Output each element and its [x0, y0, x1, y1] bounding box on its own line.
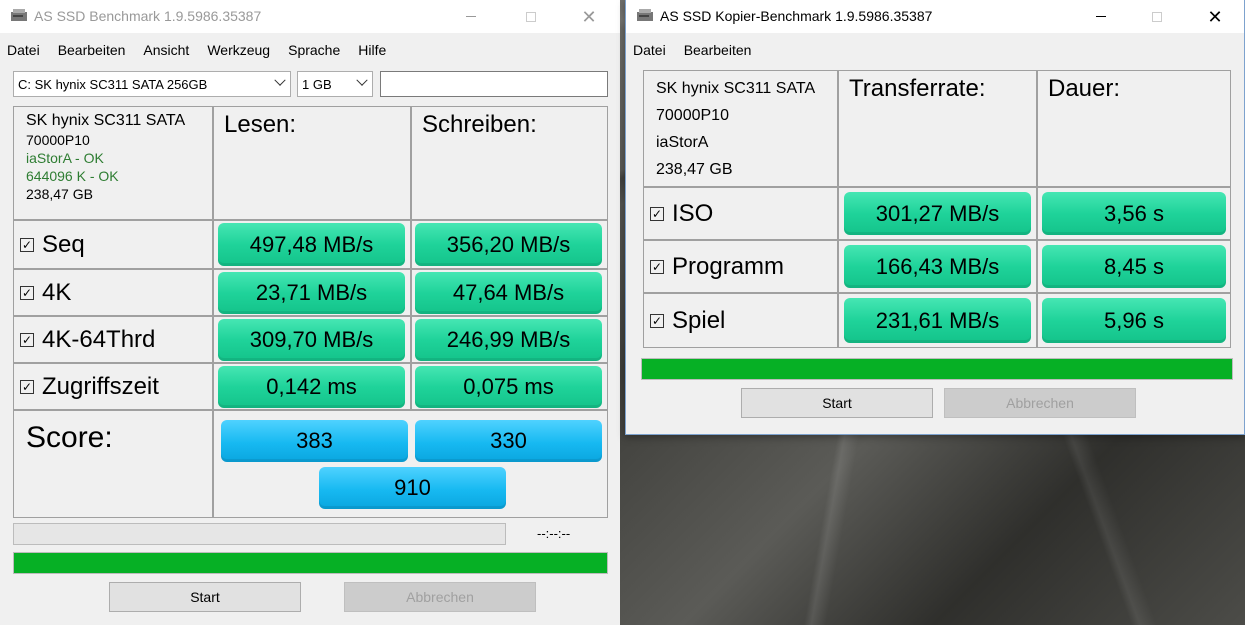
progress-bar-current: [13, 523, 506, 545]
maximize-icon: [1152, 11, 1162, 22]
row-label-4k[interactable]: ✓ 4K: [13, 269, 213, 316]
drive-alignment-status: 644096 K - OK: [26, 168, 119, 184]
score-write: 330: [415, 420, 602, 462]
4k64-read-result: 309,70 MB/s: [218, 319, 405, 361]
checkbox-checked-icon[interactable]: ✓: [650, 313, 664, 328]
row-label-text: 4K-64Thrd: [42, 325, 156, 353]
programm-rate-result: 166,43 MB/s: [844, 245, 1031, 288]
access-read-result: 0,142 ms: [218, 366, 405, 408]
benchmark-window: AS SSD Benchmark 1.9.5986.35387 ✕ Datei …: [0, 0, 620, 625]
row-label-4k-64thrd[interactable]: ✓ 4K-64Thrd: [13, 316, 213, 363]
row-label-text: Zugriffszeit: [42, 372, 159, 400]
chevron-down-icon: [356, 74, 368, 86]
menu-bearbeiten[interactable]: Bearbeiten: [58, 42, 137, 58]
drive-driver: iaStorA: [656, 134, 709, 151]
row-label-zugriffszeit[interactable]: ✓ Zugriffszeit: [13, 363, 213, 410]
drive-capacity: 238,47 GB: [26, 186, 93, 202]
checkbox-checked-icon[interactable]: ✓: [650, 206, 664, 221]
iso-rate-result: 301,27 MB/s: [844, 192, 1031, 235]
close-button[interactable]: ✕: [566, 0, 612, 33]
window-title: AS SSD Kopier-Benchmark 1.9.5986.35387: [660, 8, 933, 24]
iso-duration-result: 3,56 s: [1042, 192, 1226, 235]
menu-hilfe[interactable]: Hilfe: [358, 42, 397, 58]
copy-benchmark-window: AS SSD Kopier-Benchmark 1.9.5986.35387 ✕…: [625, 0, 1245, 435]
menu-ansicht[interactable]: Ansicht: [143, 42, 200, 58]
minimize-icon: [466, 16, 476, 17]
checkbox-checked-icon[interactable]: ✓: [20, 332, 34, 347]
disk-app-icon: [11, 9, 27, 21]
menu-bearbeiten[interactable]: Bearbeiten: [684, 42, 763, 58]
menu-datei[interactable]: Datei: [7, 42, 51, 58]
column-header-write: Schreiben:: [411, 106, 608, 220]
chevron-down-icon: [274, 74, 286, 86]
score-read: 383: [221, 420, 408, 462]
maximize-button[interactable]: [1134, 0, 1180, 33]
search-input[interactable]: [380, 71, 608, 97]
checkbox-checked-icon[interactable]: ✓: [20, 237, 34, 252]
spiel-rate-result: 231,61 MB/s: [844, 298, 1031, 343]
row-label-text: Seq: [42, 230, 85, 258]
drive-select-value: C: SK hynix SC311 SATA 256GB: [18, 76, 208, 92]
maximize-icon: [526, 11, 536, 22]
title-bar[interactable]: AS SSD Kopier-Benchmark 1.9.5986.35387 ✕: [626, 0, 1244, 33]
drive-model: SK hynix SC311 SATA: [26, 112, 186, 129]
abort-button[interactable]: Abbrechen: [944, 388, 1136, 418]
column-header-duration: Dauer:: [1037, 70, 1231, 187]
row-label-text: 4K: [42, 278, 72, 306]
menu-bar: Datei Bearbeiten: [626, 39, 1244, 61]
title-bar[interactable]: AS SSD Benchmark 1.9.5986.35387 ✕: [0, 0, 620, 33]
drive-model: SK hynix SC311 SATA: [656, 80, 816, 97]
drive-firmware: 70000P10: [656, 107, 729, 124]
start-button[interactable]: Start: [109, 582, 301, 612]
score-total: 910: [319, 467, 506, 509]
size-select[interactable]: 1 GB: [297, 71, 373, 97]
menu-werkzeug[interactable]: Werkzeug: [207, 42, 281, 58]
column-header-rate: Transferrate:: [838, 70, 1037, 187]
close-button[interactable]: ✕: [1192, 0, 1238, 33]
minimize-button[interactable]: [1078, 0, 1124, 33]
row-label-seq[interactable]: ✓ Seq: [13, 220, 213, 269]
checkbox-checked-icon[interactable]: ✓: [20, 285, 34, 300]
row-label-spiel[interactable]: ✓ Spiel: [643, 293, 838, 348]
progress-bar-total: [641, 358, 1233, 380]
4k64-write-result: 246,99 MB/s: [415, 319, 602, 361]
maximize-button[interactable]: [508, 0, 554, 33]
seq-read-result: 497,48 MB/s: [218, 223, 405, 266]
spiel-duration-result: 5,96 s: [1042, 298, 1226, 343]
drive-info-panel: SK hynix SC311 SATA 70000P10 iaStorA - O…: [13, 106, 213, 220]
drive-firmware: 70000P10: [26, 132, 90, 148]
access-write-result: 0,075 ms: [415, 366, 602, 408]
row-label-iso[interactable]: ✓ ISO: [643, 187, 838, 240]
menu-sprache[interactable]: Sprache: [288, 42, 351, 58]
menu-datei[interactable]: Datei: [633, 42, 677, 58]
menu-bar: Datei Bearbeiten Ansicht Werkzeug Sprach…: [0, 39, 620, 61]
seq-write-result: 356,20 MB/s: [415, 223, 602, 266]
4k-read-result: 23,71 MB/s: [218, 272, 405, 314]
progress-bar-total: [13, 552, 608, 574]
window-title: AS SSD Benchmark 1.9.5986.35387: [34, 8, 262, 24]
close-icon: ✕: [581, 6, 597, 27]
row-label-text: ISO: [672, 199, 714, 227]
drive-info-panel: SK hynix SC311 SATA 70000P10 iaStorA 238…: [643, 70, 838, 187]
elapsed-time: --:--:--: [537, 526, 571, 541]
score-label: Score:: [13, 410, 213, 518]
drive-capacity: 238,47 GB: [656, 161, 733, 178]
row-label-text: Programm: [672, 252, 785, 280]
4k-write-result: 47,64 MB/s: [415, 272, 602, 314]
size-select-value: 1 GB: [302, 76, 332, 92]
drive-select[interactable]: C: SK hynix SC311 SATA 256GB: [13, 71, 291, 97]
column-header-read: Lesen:: [213, 106, 411, 220]
abort-button[interactable]: Abbrechen: [344, 582, 536, 612]
minimize-button[interactable]: [448, 0, 494, 33]
checkbox-checked-icon[interactable]: ✓: [20, 379, 34, 394]
programm-duration-result: 8,45 s: [1042, 245, 1226, 288]
start-button[interactable]: Start: [741, 388, 933, 418]
row-label-programm[interactable]: ✓ Programm: [643, 240, 838, 293]
drive-driver-status: iaStorA - OK: [26, 150, 104, 166]
checkbox-checked-icon[interactable]: ✓: [650, 259, 664, 274]
row-label-text: Spiel: [672, 306, 726, 334]
close-icon: ✕: [1207, 6, 1223, 27]
minimize-icon: [1096, 16, 1106, 17]
disk-app-icon: [637, 9, 653, 21]
